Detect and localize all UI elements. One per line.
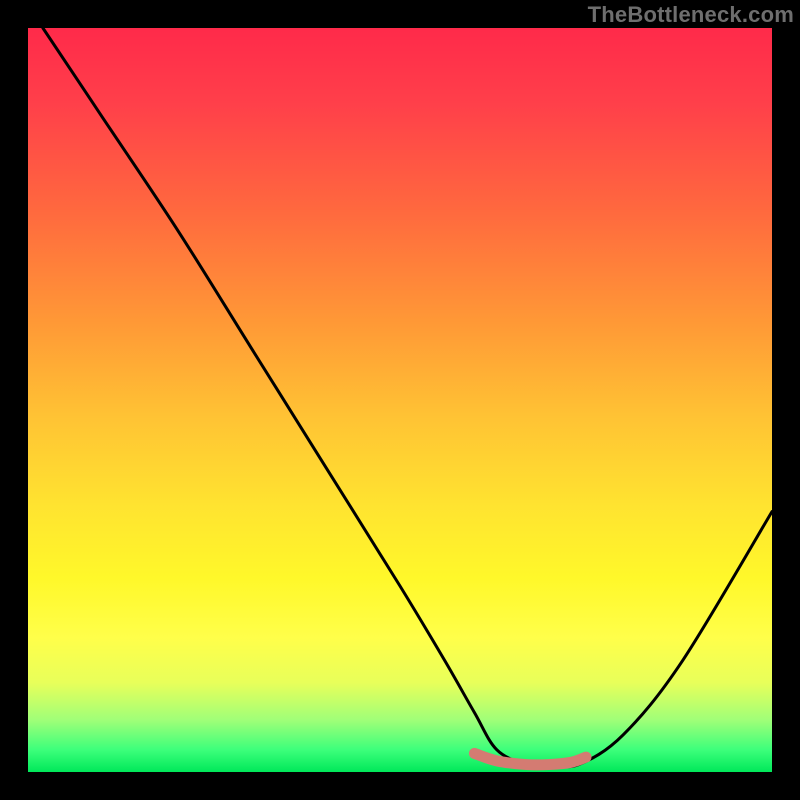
optimal-range-marker bbox=[474, 753, 586, 765]
chart-frame bbox=[28, 28, 772, 772]
chart-svg bbox=[28, 28, 772, 772]
bottleneck-curve bbox=[43, 28, 772, 767]
watermark-text: TheBottleneck.com bbox=[588, 2, 794, 28]
